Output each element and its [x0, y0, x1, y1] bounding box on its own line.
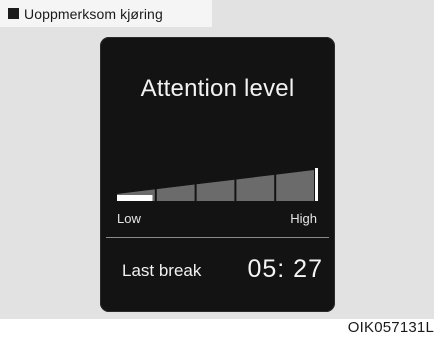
gauge-segment — [196, 179, 235, 201]
gauge-segment — [276, 170, 314, 201]
gauge-end-marker — [315, 168, 318, 201]
gauge-low-label: Low — [117, 211, 141, 226]
gauge-segment — [236, 174, 275, 201]
figure-code: OIK057131L — [347, 319, 434, 336]
caption-bar: Uoppmerksom kjøring — [0, 0, 212, 27]
gauge-high-label: High — [290, 211, 317, 226]
last-break-time: 05: 27 — [247, 255, 323, 283]
gauge-active-fill — [117, 195, 153, 201]
square-bullet-icon — [8, 8, 19, 19]
divider — [106, 237, 329, 238]
last-break-label: Last break — [122, 261, 202, 280]
gauge-segment — [156, 184, 195, 201]
cluster-display: Attention level Low High Last break 05: … — [100, 37, 335, 312]
caption-title: Uoppmerksom kjøring — [24, 5, 163, 22]
